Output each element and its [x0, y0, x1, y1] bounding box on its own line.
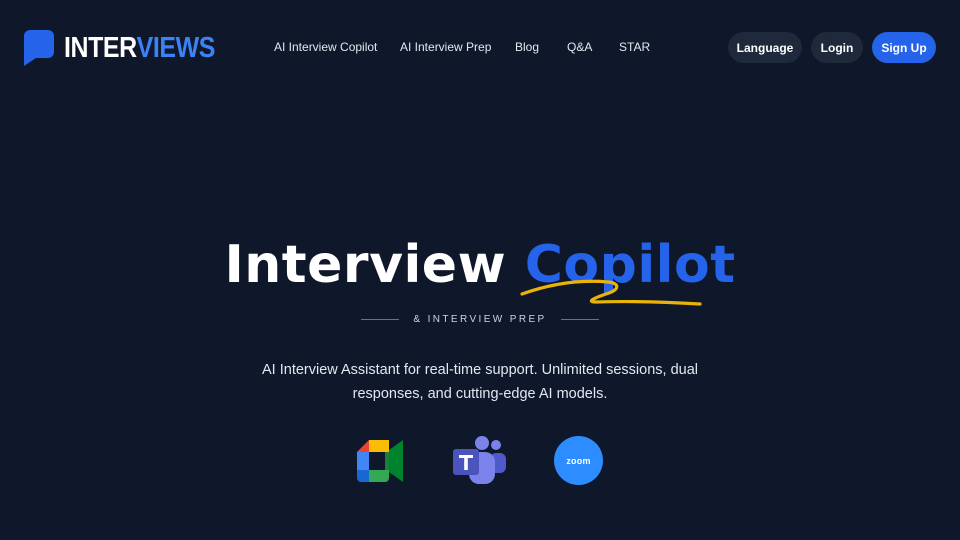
- google-meet-icon: [357, 440, 403, 482]
- hero-subtitle: & INTERVIEW PREP: [413, 313, 547, 325]
- nav-link-blog[interactable]: Blog: [515, 38, 539, 56]
- chat-bubble-logo-icon: [24, 30, 54, 66]
- underline-scribble-icon: [520, 279, 702, 306]
- hero-title-interview: Interview: [224, 235, 507, 295]
- zoom-icon: zoom: [554, 436, 603, 485]
- logo-wordmark: INTER VIEWS: [64, 31, 216, 64]
- integration-microsoft-teams: [453, 436, 506, 486]
- logo[interactable]: INTER VIEWS: [24, 29, 239, 67]
- nav-link-star[interactable]: STAR: [619, 38, 650, 56]
- language-button[interactable]: Language: [728, 32, 802, 63]
- divider-right: [560, 318, 599, 320]
- nav-link-ai-interview-prep[interactable]: AI Interview Prep: [400, 38, 491, 56]
- subtitle-row: & INTERVIEW PREP: [361, 311, 599, 327]
- logo-text-views: VIEWS: [136, 31, 216, 64]
- integrations-row: zoom: [0, 436, 960, 486]
- logo-text-inter: INTER: [64, 31, 137, 64]
- signup-button[interactable]: Sign Up: [872, 32, 936, 63]
- integration-google-meet: [355, 436, 405, 486]
- nav-link-ai-interview-copilot[interactable]: AI Interview Copilot: [274, 38, 377, 56]
- login-button[interactable]: Login: [811, 32, 863, 63]
- hero-title: Interview Copilot: [0, 232, 960, 298]
- divider-left: [361, 318, 399, 320]
- navbar: INTER VIEWS AI Interview Copilot AI Inter…: [0, 0, 960, 95]
- zoom-label: zoom: [566, 455, 591, 466]
- hero-tagline: AI Interview Assistant for real-time sup…: [262, 362, 698, 402]
- nav-link-qa[interactable]: Q&A: [567, 38, 592, 56]
- microsoft-teams-icon: [453, 436, 506, 484]
- integration-zoom: zoom: [554, 436, 604, 486]
